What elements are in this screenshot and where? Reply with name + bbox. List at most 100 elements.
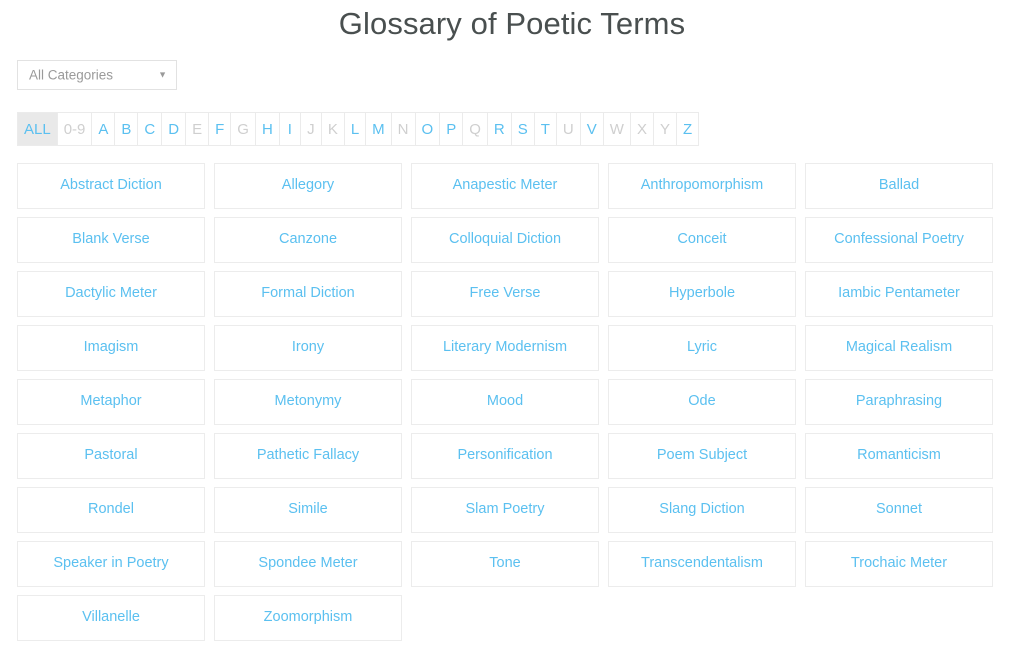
term-label: Literary Modernism — [437, 340, 573, 356]
term-card[interactable]: Transcendentalism — [608, 541, 796, 587]
term-card[interactable]: Personification — [411, 433, 599, 479]
term-card[interactable]: Pastoral — [17, 433, 205, 479]
term-label: Imagism — [78, 340, 145, 356]
chevron-down-icon: ▼ — [158, 71, 167, 80]
term-card[interactable]: Free Verse — [411, 271, 599, 317]
term-card[interactable]: Iambic Pentameter — [805, 271, 993, 317]
alpha-filter-g: G — [231, 113, 256, 145]
alpha-filter-l[interactable]: L — [345, 113, 366, 145]
term-label: Slam Poetry — [460, 502, 551, 518]
term-label: Hyperbole — [663, 286, 741, 302]
alpha-filter-r[interactable]: R — [488, 113, 512, 145]
term-label: Ballad — [873, 178, 925, 194]
term-card[interactable]: Anthropomorphism — [608, 163, 796, 209]
alpha-filter-o[interactable]: O — [416, 113, 441, 145]
alpha-filter-0-9: 0-9 — [58, 113, 93, 145]
term-card[interactable]: Speaker in Poetry — [17, 541, 205, 587]
term-card[interactable]: Rondel — [17, 487, 205, 533]
term-card[interactable]: Colloquial Diction — [411, 217, 599, 263]
term-card[interactable]: Dactylic Meter — [17, 271, 205, 317]
term-card[interactable]: Allegory — [214, 163, 402, 209]
alpha-filter-j: J — [301, 113, 322, 145]
term-label: Confessional Poetry — [828, 232, 970, 248]
page-title: Glossary of Poetic Terms — [0, 0, 1024, 42]
term-card[interactable]: Zoomorphism — [214, 595, 402, 641]
term-label: Metaphor — [74, 394, 147, 410]
alpha-filter-u: U — [557, 113, 581, 145]
term-label: Anapestic Meter — [447, 178, 564, 194]
alpha-filter-b[interactable]: B — [115, 113, 138, 145]
term-card[interactable]: Slam Poetry — [411, 487, 599, 533]
alpha-filter-a[interactable]: A — [92, 113, 115, 145]
term-label: Iambic Pentameter — [832, 286, 966, 302]
term-card[interactable]: Blank Verse — [17, 217, 205, 263]
term-label: Paraphrasing — [850, 394, 948, 410]
term-card[interactable]: Lyric — [608, 325, 796, 371]
alpha-filter-t[interactable]: T — [535, 113, 557, 145]
term-label: Poem Subject — [651, 448, 753, 464]
alpha-filter-all[interactable]: ALL — [18, 113, 58, 145]
term-card[interactable]: Pathetic Fallacy — [214, 433, 402, 479]
alpha-filter-q: Q — [463, 113, 488, 145]
alpha-filter-v[interactable]: V — [581, 113, 604, 145]
term-card[interactable]: Villanelle — [17, 595, 205, 641]
alpha-filter-d[interactable]: D — [162, 113, 186, 145]
term-label: Spondee Meter — [252, 556, 363, 572]
term-label: Mood — [481, 394, 529, 410]
term-card[interactable]: Magical Realism — [805, 325, 993, 371]
term-card[interactable]: Confessional Poetry — [805, 217, 993, 263]
term-card[interactable]: Spondee Meter — [214, 541, 402, 587]
term-card[interactable]: Ballad — [805, 163, 993, 209]
alpha-filter-c[interactable]: C — [138, 113, 162, 145]
term-card[interactable]: Hyperbole — [608, 271, 796, 317]
term-label: Zoomorphism — [258, 610, 359, 626]
terms-grid: Abstract Diction Allegory Anapestic Meter A… — [17, 163, 998, 649]
term-label: Tone — [483, 556, 526, 572]
category-select[interactable]: All Categories ▼ — [17, 60, 177, 90]
alpha-filter-i[interactable]: I — [280, 113, 301, 145]
term-label: Romanticism — [851, 448, 947, 464]
alpha-filter-f[interactable]: F — [209, 113, 231, 145]
term-card[interactable]: Romanticism — [805, 433, 993, 479]
term-card[interactable]: Metaphor — [17, 379, 205, 425]
term-card[interactable]: Abstract Diction — [17, 163, 205, 209]
alpha-filter-e: E — [186, 113, 209, 145]
term-label: Transcendentalism — [635, 556, 769, 572]
term-card[interactable]: Literary Modernism — [411, 325, 599, 371]
alpha-filter-s[interactable]: S — [512, 113, 535, 145]
alpha-filter-n: N — [392, 113, 416, 145]
term-label: Allegory — [276, 178, 340, 194]
term-label: Irony — [286, 340, 330, 356]
term-card[interactable]: Formal Diction — [214, 271, 402, 317]
term-card[interactable]: Metonymy — [214, 379, 402, 425]
term-label: Colloquial Diction — [443, 232, 567, 248]
term-label: Trochaic Meter — [845, 556, 953, 572]
term-card[interactable]: Paraphrasing — [805, 379, 993, 425]
term-card[interactable]: Slang Diction — [608, 487, 796, 533]
term-card[interactable]: Poem Subject — [608, 433, 796, 479]
term-label: Magical Realism — [840, 340, 958, 356]
term-card[interactable]: Simile — [214, 487, 402, 533]
term-label: Pathetic Fallacy — [251, 448, 365, 464]
alpha-filter-m[interactable]: M — [366, 113, 392, 145]
term-card[interactable]: Tone — [411, 541, 599, 587]
term-label: Lyric — [681, 340, 723, 356]
alpha-filter-p[interactable]: P — [440, 113, 463, 145]
term-label: Blank Verse — [66, 232, 155, 248]
term-card[interactable]: Trochaic Meter — [805, 541, 993, 587]
alpha-filter-k: K — [322, 113, 345, 145]
alphabet-filter-bar[interactable]: ALL0-9ABCDEFGHIJKLMNOPQRSTUVWXYZ — [17, 112, 699, 146]
term-card[interactable]: Anapestic Meter — [411, 163, 599, 209]
term-card[interactable]: Mood — [411, 379, 599, 425]
term-label: Formal Diction — [255, 286, 360, 302]
term-card[interactable]: Sonnet — [805, 487, 993, 533]
term-card[interactable]: Imagism — [17, 325, 205, 371]
term-card[interactable]: Conceit — [608, 217, 796, 263]
term-label: Villanelle — [76, 610, 146, 626]
term-card[interactable]: Ode — [608, 379, 796, 425]
term-card[interactable]: Irony — [214, 325, 402, 371]
alpha-filter-z[interactable]: Z — [677, 113, 699, 145]
term-card[interactable]: Canzone — [214, 217, 402, 263]
term-label: Personification — [451, 448, 558, 464]
alpha-filter-h[interactable]: H — [256, 113, 280, 145]
